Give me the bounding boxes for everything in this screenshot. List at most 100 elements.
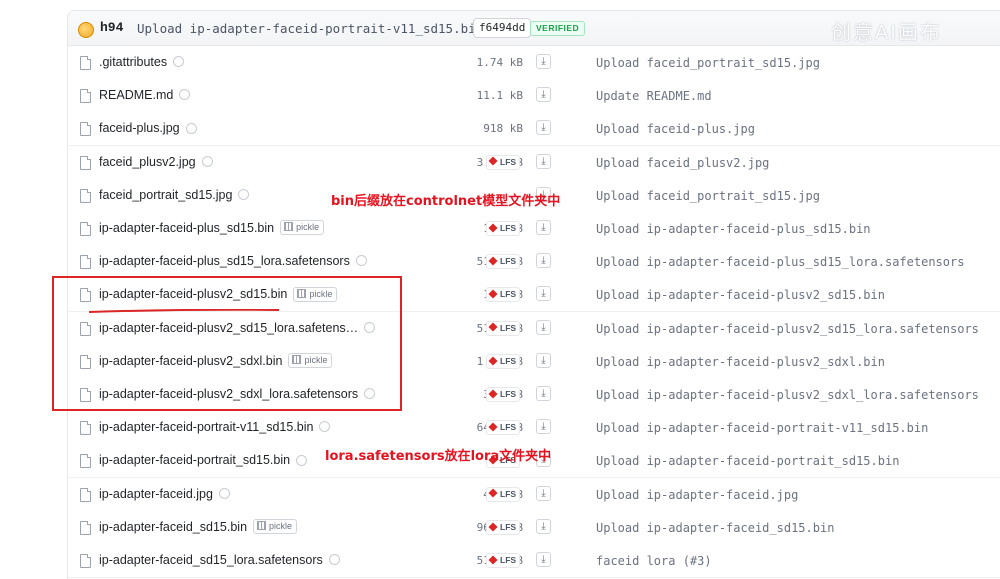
commit-author[interactable]: h94	[100, 20, 123, 35]
file-row[interactable]: ip-adapter-faceid_sd15.binpickle96.7 MBL…	[68, 510, 1000, 545]
lfs-label: LFS	[500, 422, 517, 433]
file-row[interactable]: ip-adapter-faceid-plusv2_sd15.binpickle1…	[68, 278, 1000, 313]
info-icon[interactable]	[355, 255, 367, 267]
file-row[interactable]: ip-adapter-faceid-plusv2_sdxl_lora.safet…	[68, 378, 1000, 412]
file-row[interactable]: ip-adapter-faceid-plus_sd15.binpickle157…	[68, 212, 1000, 246]
file-name-link[interactable]: ip-adapter-faceid-plus_sd15_lora.safeten…	[99, 254, 350, 268]
download-icon[interactable]: ⤓	[536, 120, 551, 136]
lfs-badge: LFS	[486, 519, 521, 535]
download-icon[interactable]: ⤓	[536, 386, 551, 401]
download-icon[interactable]: ⤓	[536, 518, 551, 534]
file-commit-message[interactable]: Upload ip-adapter-faceid-portrait_sd15.b…	[596, 454, 899, 468]
lfs-icon	[488, 156, 498, 166]
file-commit-message[interactable]: Upload ip-adapter-faceid-plusv2_sd15_lor…	[596, 322, 979, 336]
file-row[interactable]: ip-adapter-faceid-plus_sd15_lora.safeten…	[68, 245, 1000, 280]
file-name-cell: ip-adapter-faceid.jpg	[99, 487, 230, 501]
file-commit-message[interactable]: Upload ip-adapter-faceid-portrait-v11_sd…	[596, 421, 928, 435]
pickle-badge[interactable]: pickle	[288, 353, 333, 368]
file-row[interactable]: ip-adapter-faceid-plusv2_sd15_lora.safet…	[68, 311, 1000, 346]
file-commit-message[interactable]: Upload ip-adapter-faceid-plusv2_sdxl_lor…	[596, 388, 979, 402]
file-name-link[interactable]: ip-adapter-faceid-plusv2_sd15_lora.safet…	[99, 321, 358, 335]
file-row[interactable]: README.md 11.1 kB ⤓ Update README.md	[68, 79, 1000, 114]
file-commit-message[interactable]: Upload ip-adapter-faceid-plus_sd15_lora.…	[596, 255, 964, 269]
download-icon[interactable]: ⤓	[536, 153, 551, 169]
pickle-badge[interactable]: pickle	[253, 519, 298, 534]
file-commit-message[interactable]: Upload ip-adapter-faceid-plusv2_sdxl.bin	[596, 355, 885, 369]
file-name-link[interactable]: .gitattributes	[99, 55, 167, 69]
file-row[interactable]: ip-adapter-faceid.jpg4.7 MBLFS⤓Upload ip…	[68, 477, 1000, 512]
download-icon[interactable]: ⤓	[536, 220, 551, 235]
info-icon[interactable]	[185, 122, 197, 134]
file-name-link[interactable]: ip-adapter-faceid-portrait-v11_sd15.bin	[99, 420, 313, 434]
file-icon	[80, 188, 91, 203]
info-icon[interactable]	[328, 554, 340, 566]
info-icon[interactable]	[364, 388, 376, 400]
info-icon[interactable]	[364, 321, 376, 333]
author-avatar[interactable]	[78, 22, 94, 38]
lfs-icon	[488, 256, 498, 266]
file-name-cell: ip-adapter-faceid-plusv2_sdxl.bin pickle	[99, 353, 333, 369]
file-commit-message[interactable]: Update README.md	[596, 89, 712, 103]
file-row[interactable]: ip-adapter-faceid-portrait-v11_sd15.bin6…	[68, 411, 1000, 446]
download-icon[interactable]: ⤓	[536, 485, 551, 501]
download-icon[interactable]: ⤓	[536, 319, 551, 335]
file-name-link[interactable]: faceid-plus.jpg	[99, 121, 180, 135]
info-icon[interactable]	[319, 421, 331, 433]
info-icon[interactable]	[179, 89, 191, 101]
file-commit-message[interactable]: Upload faceid_plusv2.jpg	[596, 156, 769, 170]
commit-hash[interactable]: f6494dd	[473, 18, 532, 38]
file-row[interactable]: .gitattributes 1.74 kB ⤓ Upload faceid_port…	[68, 46, 1000, 80]
lfs-icon	[488, 422, 498, 432]
file-commit-message[interactable]: Upload ip-adapter-faceid-plusv2_sd15.bin	[596, 288, 885, 302]
file-icon	[80, 354, 91, 369]
download-icon[interactable]: ⤓	[536, 87, 551, 103]
file-name-link[interactable]: ip-adapter-faceid_sd15_lora.safetensors	[99, 553, 323, 567]
pickle-badge[interactable]: pickle	[293, 286, 338, 302]
download-icon[interactable]: ⤓	[536, 352, 551, 368]
lfs-badge: LFS	[486, 553, 521, 568]
file-icon	[80, 89, 91, 104]
lfs-badge: LFS	[486, 154, 521, 170]
file-row[interactable]: faceid_plusv2.jpg3.44 MBLFS⤓Upload facei…	[68, 145, 1000, 180]
file-commit-message[interactable]: Upload faceid-plus.jpg	[596, 122, 755, 136]
pickle-icon	[297, 288, 307, 298]
info-icon[interactable]	[173, 56, 185, 68]
file-commit-message[interactable]: faceid lora (#3)	[596, 554, 712, 568]
file-commit-message[interactable]: Upload faceid_portrait_sd15.jpg	[596, 56, 820, 70]
download-icon[interactable]: ⤓	[536, 286, 551, 302]
file-name-link[interactable]: ip-adapter-faceid-plusv2_sdxl.bin	[99, 354, 282, 368]
file-name-link[interactable]: ip-adapter-faceid_sd15.bin	[99, 520, 247, 534]
file-commit-message[interactable]: Upload ip-adapter-faceid_sd15.bin	[596, 521, 834, 535]
download-icon[interactable]: ⤓	[536, 253, 551, 269]
lfs-label: LFS	[500, 355, 517, 366]
pickle-badge[interactable]: pickle	[280, 220, 325, 236]
download-icon[interactable]: ⤓	[536, 552, 551, 567]
file-name-link[interactable]: ip-adapter-faceid-plusv2_sdxl_lora.safet…	[99, 387, 358, 401]
lfs-icon	[488, 555, 498, 565]
lfs-label: LFS	[500, 389, 517, 399]
info-icon[interactable]	[201, 155, 213, 167]
file-row[interactable]: ip-adapter-faceid_sd15_lora.safetensors5…	[68, 544, 1000, 578]
info-icon[interactable]	[296, 454, 308, 466]
file-name-link[interactable]: ip-adapter-faceid.jpg	[99, 487, 213, 501]
file-name-link[interactable]: ip-adapter-faceid-portrait_sd15.bin	[99, 453, 290, 467]
file-name-cell: ip-adapter-faceid-plusv2_sd15.bin pickle	[99, 286, 338, 302]
file-row[interactable]: faceid-plus.jpg 918 kB ⤓ Upload faceid-plus…	[68, 112, 1000, 147]
info-icon[interactable]	[238, 189, 250, 200]
file-name-link[interactable]: ip-adapter-faceid-plus_sd15.bin	[99, 221, 274, 235]
file-icon	[80, 554, 91, 568]
file-name-link[interactable]: README.md	[99, 88, 173, 102]
file-name-link[interactable]: faceid_portrait_sd15.jpg	[99, 188, 232, 202]
download-icon[interactable]: ⤓	[536, 419, 551, 435]
file-commit-message[interactable]: Upload ip-adapter-faceid.jpg	[596, 488, 798, 502]
download-icon[interactable]: ⤓	[536, 54, 551, 69]
file-commit-message[interactable]: Upload ip-adapter-faceid-plus_sd15.bin	[596, 222, 871, 236]
file-row[interactable]: ip-adapter-faceid-plusv2_sdxl.binpickle1…	[68, 344, 1000, 379]
file-name-link[interactable]: ip-adapter-faceid-plusv2_sd15.bin	[99, 287, 287, 301]
info-icon[interactable]	[218, 487, 230, 499]
file-icon	[80, 155, 91, 170]
file-name-link[interactable]: faceid_plusv2.jpg	[99, 155, 196, 169]
file-commit-message[interactable]: Upload faceid_portrait_sd15.jpg	[596, 189, 820, 203]
commit-message[interactable]: Upload ip-adapter-faceid-portrait-v11_sd…	[137, 21, 483, 36]
lfs-label: LFS	[500, 322, 517, 333]
